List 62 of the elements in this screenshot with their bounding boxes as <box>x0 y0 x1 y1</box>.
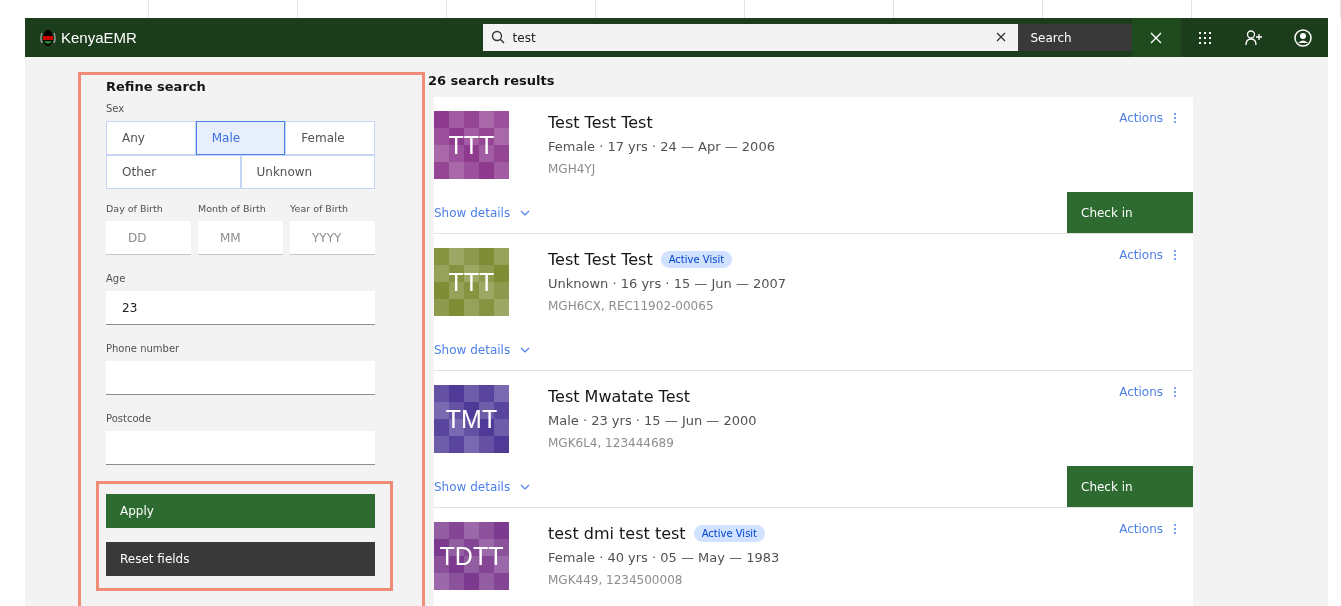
panel-title: Refine search <box>106 79 207 94</box>
patient-identifiers: MGH6CX, REC11902-00065 <box>548 299 715 313</box>
patient-name[interactable]: test dmi test test <box>548 524 686 543</box>
patient-identifiers: MGK6L4, 123444689 <box>548 436 675 450</box>
input-field[interactable]: YYYY <box>290 221 375 255</box>
actions-menu-button[interactable]: Actions <box>1119 111 1177 125</box>
close-button[interactable] <box>1131 18 1181 57</box>
show-details-link[interactable]: Show details <box>434 329 533 370</box>
check-in-button[interactable]: Check in <box>1067 466 1193 507</box>
patient-details: Female · 17 yrs · 24 — Apr — 2006 <box>548 139 776 154</box>
sex-option[interactable]: Male <box>195 121 286 155</box>
patient-name[interactable]: Test Test Test <box>548 250 653 269</box>
patient-identifiers: MGK449, 1234500008 <box>548 573 684 587</box>
overflow-menu-icon <box>1173 386 1177 398</box>
user-icon <box>1294 28 1313 47</box>
results-count: 26 search results <box>428 73 556 88</box>
avatar-initials: TDTT <box>439 541 504 571</box>
close-icon <box>1149 30 1164 45</box>
sex-option[interactable]: Unknown <box>240 155 375 189</box>
apply-button[interactable]: Apply <box>106 494 375 528</box>
brand-name: KenyaEMR <box>61 29 137 46</box>
patient-name[interactable]: Test Mwatate Test <box>548 387 691 406</box>
field-label: Phone number <box>106 343 181 354</box>
search-field[interactable]: test <box>482 24 1019 51</box>
input-field[interactable] <box>106 361 375 395</box>
input-field[interactable]: 23 <box>106 291 375 325</box>
input-field[interactable] <box>106 431 375 465</box>
input-field[interactable]: DD <box>106 221 191 255</box>
field-label: Sex <box>106 103 126 114</box>
status-tag: Active Visit <box>660 251 733 268</box>
shield-logo-icon <box>39 28 57 47</box>
sex-option[interactable]: Any <box>106 121 196 155</box>
actions-menu-button[interactable]: Actions <box>1119 522 1177 536</box>
field-label: Month of Birth <box>198 203 267 214</box>
sex-option[interactable]: Female <box>285 121 375 155</box>
patient-details: Unknown · 16 yrs · 15 — Jun — 2007 <box>548 276 788 291</box>
field-label: Day of Birth <box>106 203 164 214</box>
avatar-initials: TTT <box>448 267 495 297</box>
patient-details: Female · 40 yrs · 05 — May — 1983 <box>548 550 781 565</box>
field-label: Postcode <box>106 413 153 424</box>
show-details-link[interactable]: Show details <box>434 192 533 233</box>
overflow-menu-icon <box>1173 523 1177 535</box>
input-field[interactable]: MM <box>198 221 283 255</box>
actions-menu-button[interactable]: Actions <box>1119 385 1177 399</box>
patient-details: Male · 23 yrs · 15 — Jun — 2000 <box>548 413 758 428</box>
patient-identifiers: MGH4YJ <box>548 162 597 176</box>
show-details-link[interactable]: Show details <box>434 466 533 507</box>
status-tag: Active Visit <box>693 525 766 542</box>
sex-option[interactable]: Other <box>106 155 241 189</box>
add-user-icon <box>1245 29 1264 46</box>
field-label: Age <box>106 273 127 284</box>
reset-button[interactable]: Reset fields <box>106 542 375 576</box>
patient-name[interactable]: Test Test Test <box>548 113 653 132</box>
avatar-initials: TMT <box>445 404 498 434</box>
overflow-menu-icon <box>1173 112 1177 124</box>
overflow-menu-icon <box>1173 249 1177 261</box>
avatar-initials: TTT <box>448 130 495 160</box>
actions-menu-button[interactable]: Actions <box>1119 248 1177 262</box>
field-label: Year of Birth <box>290 203 350 214</box>
check-in-button[interactable]: Check in <box>1067 192 1193 233</box>
app-grid-icon <box>1198 30 1213 45</box>
search-button[interactable]: Search <box>1018 24 1132 51</box>
